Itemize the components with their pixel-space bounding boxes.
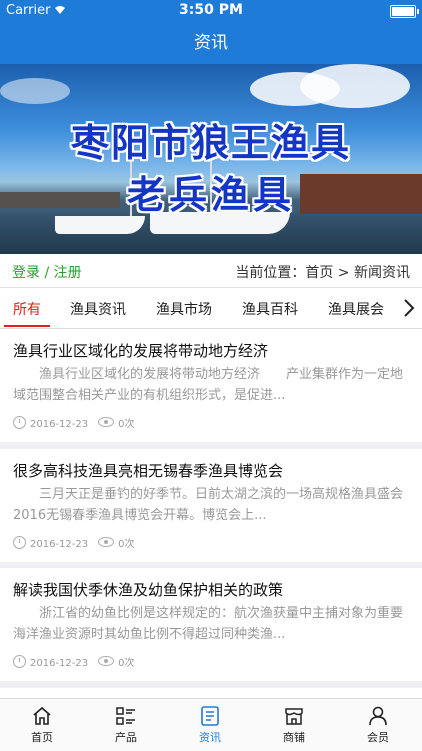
tabbar-products[interactable]: 产品 <box>84 699 168 751</box>
article-title: 很多高科技渔具亮相无锡春季渔具博览会 <box>13 462 284 480</box>
tabbar-news[interactable]: 资讯 <box>168 699 252 751</box>
login-register-link[interactable]: 登录 / 注册 <box>12 262 82 282</box>
login-bar: 登录 / 注册 当前位置：首页 > 新闻资讯 <box>0 254 422 288</box>
article-meta: 2016-12-23 0次 <box>13 654 135 669</box>
tabbar-home-label: 首页 <box>31 731 53 744</box>
article-date: 2016-12-23 <box>30 539 89 550</box>
clock-icon <box>13 416 26 429</box>
tabbar-products-label: 产品 <box>115 731 137 744</box>
list-item-partial <box>0 688 422 698</box>
article-summary: 三月天正是垂钓的好季节。日前太湖之滨的一场高规格渔具盛会2016无锡春季渔具博览… <box>13 487 404 523</box>
home-icon <box>33 706 51 725</box>
tab-fishing-encyclopedia[interactable]: 渔具百科 <box>242 299 298 319</box>
tabbar-member-label: 会员 <box>367 731 389 744</box>
nav-title: 资讯 <box>0 22 422 64</box>
user-icon <box>369 706 387 726</box>
eye-icon <box>98 417 115 427</box>
clock-icon <box>13 655 26 668</box>
eye-icon <box>98 656 115 666</box>
breadcrumb: 当前位置：首页 > 新闻资讯 <box>235 265 410 281</box>
tabbar-home[interactable]: 首页 <box>0 699 84 751</box>
banner-image[interactable]: 枣阳市狼王渔具 老兵渔具 <box>0 64 422 254</box>
category-tabs: 所有 渔具资讯 渔具市场 渔具百科 渔具展会 <box>0 288 422 329</box>
tab-active-indicator <box>4 325 50 327</box>
store-icon <box>285 708 303 725</box>
tabbar-store[interactable]: 商铺 <box>252 699 336 751</box>
article-summary: 渔具行业区域化的发展将带动地方经济 产业集群作为一定地域范围整合相关产业的有机组… <box>13 367 404 403</box>
battery-icon <box>390 5 419 18</box>
eye-icon <box>98 537 115 547</box>
tabbar-store-label: 商铺 <box>283 731 305 744</box>
article-views: 0次 <box>118 419 135 430</box>
tab-fishing-market[interactable]: 渔具市场 <box>156 299 212 319</box>
article-views: 0次 <box>118 539 135 550</box>
bottom-tab-bar: 首页 产品 资讯 商铺 会员 <box>0 698 422 751</box>
article-title: 渔具行业区域化的发展将带动地方经济 <box>13 342 269 360</box>
chevron-right-icon[interactable] <box>396 288 422 328</box>
article-summary: 浙江省的幼鱼比例是这样规定的：航次渔获量中主捕对象为重要海洋渔业资源时其幼鱼比例… <box>13 606 404 642</box>
tabbar-member[interactable]: 会员 <box>336 699 420 751</box>
status-time: 3:50 PM <box>179 2 243 18</box>
article-title: 解读我国伏季休渔及幼鱼保护相关的政策 <box>13 581 284 599</box>
status-bar: Carrier 3:50 PM <box>0 0 422 22</box>
article-meta: 2016-12-23 0次 <box>13 415 135 430</box>
tab-all[interactable]: 所有 <box>13 299 41 319</box>
article-meta: 2016-12-23 0次 <box>13 535 135 550</box>
grid-list-icon <box>116 707 135 725</box>
article-date: 2016-12-23 <box>30 658 89 669</box>
banner-title-line2: 老兵渔具 <box>126 172 295 217</box>
banner-title-line1: 枣阳市狼王渔具 <box>70 120 351 165</box>
document-icon <box>201 706 219 726</box>
article-views: 0次 <box>118 658 135 669</box>
tabbar-news-label: 资讯 <box>199 731 221 744</box>
list-item[interactable]: 解读我国伏季休渔及幼鱼保护相关的政策 浙江省的幼鱼比例是这样规定的：航次渔获量中… <box>0 568 422 681</box>
clock-icon <box>13 536 26 549</box>
tab-fishing-news[interactable]: 渔具资讯 <box>70 299 126 319</box>
article-date: 2016-12-23 <box>30 419 89 430</box>
list-item[interactable]: 很多高科技渔具亮相无锡春季渔具博览会 三月天正是垂钓的好季节。日前太湖之滨的一场… <box>0 449 422 562</box>
list-item[interactable]: 渔具行业区域化的发展将带动地方经济 渔具行业区域化的发展将带动地方经济 产业集群… <box>0 329 422 442</box>
tab-fishing-expo[interactable]: 渔具展会 <box>328 299 384 319</box>
